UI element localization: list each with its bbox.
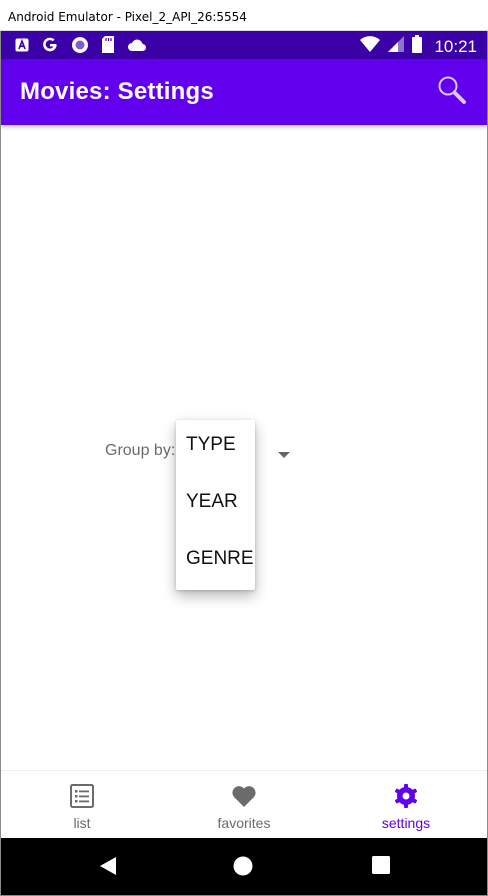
circle-app-icon [71,36,89,59]
google-icon [41,36,59,59]
cell-signal-icon [388,36,405,57]
emulator-window-title: Android Emulator - Pixel_2_API_26:5554 [0,0,488,31]
cloud-icon [127,38,147,57]
nav-label-list: list [73,815,91,831]
dropdown-option-type[interactable]: TYPE [176,420,255,477]
device-screen: 10:21 Movies: Settings Group by: TYPE YE… [0,31,488,896]
battery-icon [412,35,423,58]
search-button[interactable] [437,75,467,105]
page-title: Movies: Settings [20,78,214,105]
home-button[interactable] [233,856,253,881]
list-icon [70,784,94,808]
settings-content: Group by: TYPE YEAR GENRE [1,125,487,770]
status-bar: 10:21 [1,31,487,59]
nav-label-favorites: favorites [217,815,271,831]
back-button[interactable] [98,856,118,881]
nav-item-list[interactable]: list [1,771,163,839]
system-navigation-bar [1,838,487,895]
back-icon [100,857,116,875]
chevron-down-icon [278,452,290,458]
gear-icon [394,784,418,808]
dropdown-option-genre[interactable]: GENRE [176,534,255,591]
nav-item-settings[interactable]: settings [325,771,487,839]
nav-item-favorites[interactable]: favorites [163,771,325,839]
nav-label-settings: settings [381,815,431,831]
recents-icon [372,856,390,874]
sd-card-icon [101,36,115,59]
search-icon [438,76,466,104]
status-time: 10:21 [434,36,477,56]
bottom-navigation: list favorites settings [1,770,487,838]
group-by-dropdown: TYPE YEAR GENRE [176,420,255,590]
wifi-icon [360,36,381,57]
recents-button[interactable] [372,856,390,879]
group-by-label: Group by: [105,442,176,459]
heart-icon [232,786,256,807]
dropdown-option-year[interactable]: YEAR [176,477,255,534]
home-icon [233,856,253,876]
a-notification-icon [15,38,29,57]
app-bar: Movies: Settings [1,59,487,125]
group-by-spinner-arrow[interactable] [277,446,291,458]
